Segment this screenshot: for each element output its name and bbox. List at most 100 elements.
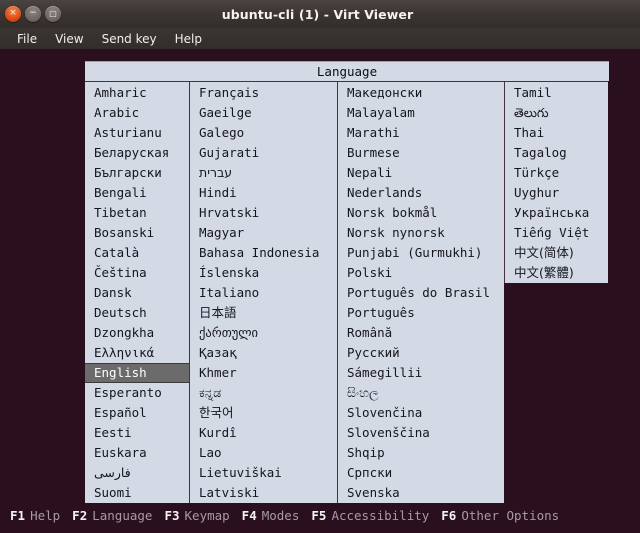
language-item[interactable]: Thai (505, 123, 608, 143)
language-item[interactable]: ಕನ್ನಡ (190, 383, 337, 403)
language-item[interactable]: Lao (190, 443, 337, 463)
language-item[interactable]: Norsk bokmål (338, 203, 504, 223)
language-item[interactable]: Català (85, 243, 189, 263)
fkey-f3[interactable]: F3 Keymap (164, 508, 229, 523)
menu-item-view[interactable]: View (46, 30, 92, 48)
language-item[interactable]: Bahasa Indonesia (190, 243, 337, 263)
language-item[interactable]: Српски (338, 463, 504, 483)
language-item[interactable]: Gujarati (190, 143, 337, 163)
language-item[interactable]: Latviski (190, 483, 337, 503)
language-item[interactable]: Esperanto (85, 383, 189, 403)
language-item[interactable]: ქართული (190, 323, 337, 343)
guest-console: Language Amharic Arabic Asturianu Беларуска… (0, 50, 640, 533)
language-item[interactable]: Italiano (190, 283, 337, 303)
fkey-key: F4 (241, 507, 257, 523)
language-item[interactable]: Burmese (338, 143, 504, 163)
close-icon[interactable]: × (5, 6, 21, 22)
language-item[interactable]: Marathi (338, 123, 504, 143)
language-item[interactable]: Eesti (85, 423, 189, 443)
language-item[interactable]: Қазақ (190, 343, 337, 363)
language-item[interactable]: Türkçe (505, 163, 608, 183)
menu-item-help[interactable]: Help (166, 30, 211, 48)
fkey-label: Help (30, 507, 61, 523)
language-item[interactable]: 日本語 (190, 303, 337, 323)
menu-item-send-key[interactable]: Send key (93, 30, 166, 48)
language-item[interactable]: Norsk nynorsk (338, 223, 504, 243)
language-item[interactable]: Español (85, 403, 189, 423)
language-item[interactable]: Nederlands (338, 183, 504, 203)
fkey-f4[interactable]: F4 Modes (242, 508, 300, 523)
language-item[interactable]: Hindi (190, 183, 337, 203)
language-item[interactable]: Bosanski (85, 223, 189, 243)
language-column-1: Amharic Arabic Asturianu Беларуская Българск… (85, 81, 189, 503)
language-item[interactable]: Polski (338, 263, 504, 283)
language-item[interactable]: Khmer (190, 363, 337, 383)
language-item[interactable]: Euskara (85, 443, 189, 463)
fkey-f2[interactable]: F2 Language (72, 508, 152, 523)
window-titlebar: × − □ ubuntu-cli (1) - Virt Viewer (0, 0, 640, 29)
language-item[interactable]: 中文(简体) (505, 243, 608, 263)
language-item[interactable]: Shqip (338, 443, 504, 463)
language-item[interactable]: Kurdî (190, 423, 337, 443)
language-item[interactable]: עברית (190, 163, 337, 183)
language-item[interactable]: Punjabi (Gurmukhi) (338, 243, 504, 263)
language-item[interactable]: Galego (190, 123, 337, 143)
language-item[interactable]: Gaeilge (190, 103, 337, 123)
language-item[interactable]: Dzongkha (85, 323, 189, 343)
minimize-icon[interactable]: − (25, 6, 41, 22)
language-item[interactable]: Tamil (505, 83, 608, 103)
fkey-key: F1 (10, 507, 26, 523)
menu-item-file[interactable]: File (8, 30, 46, 48)
language-item[interactable]: Amharic (85, 83, 189, 103)
language-item[interactable]: Tiếng Việt (505, 223, 608, 243)
language-item[interactable]: Română (338, 323, 504, 343)
language-item[interactable]: Português (338, 303, 504, 323)
language-item[interactable]: සිංහල (338, 383, 504, 403)
language-item[interactable]: Tagalog (505, 143, 608, 163)
maximize-icon[interactable]: □ (45, 6, 61, 22)
fkey-f6[interactable]: F6 Other Options (441, 508, 559, 523)
fkey-f5[interactable]: F5 Accessibility (311, 508, 429, 523)
maximize-glyph: □ (49, 8, 57, 18)
language-item[interactable]: Hrvatski (190, 203, 337, 223)
language-item[interactable]: Slovenščina (338, 423, 504, 443)
language-item[interactable]: Nepali (338, 163, 504, 183)
language-column-4: Tamil తెలుగు Thai Tagalog Türkçe Uyghur Україн… (504, 81, 608, 283)
language-item[interactable]: Tibetan (85, 203, 189, 223)
language-item[interactable]: Български (85, 163, 189, 183)
fkey-f1[interactable]: F1 Help (10, 508, 60, 523)
language-item[interactable]: తెలుగు (505, 103, 608, 123)
language-item[interactable]: Deutsch (85, 303, 189, 323)
language-item[interactable]: Slovenčina (338, 403, 504, 423)
language-item[interactable]: Arabic (85, 103, 189, 123)
dialog-title: Language (85, 61, 609, 81)
language-item[interactable]: Bengali (85, 183, 189, 203)
language-item[interactable]: Lietuviškai (190, 463, 337, 483)
language-item[interactable]: Français (190, 83, 337, 103)
minimize-glyph: − (29, 8, 37, 18)
language-item[interactable]: Malayalam (338, 103, 504, 123)
fkey-key: F3 (164, 507, 180, 523)
language-item[interactable]: 한국어 (190, 403, 337, 423)
window-controls: × − □ (5, 6, 61, 22)
language-item[interactable]: Українська (505, 203, 608, 223)
language-item[interactable]: Íslenska (190, 263, 337, 283)
virt-viewer-window: × − □ ubuntu-cli (1) - Virt Viewer File … (0, 0, 640, 533)
language-item[interactable]: Uyghur (505, 183, 608, 203)
language-item[interactable]: Dansk (85, 283, 189, 303)
language-item[interactable]: 中文(繁體) (505, 263, 608, 283)
language-item[interactable]: Suomi (85, 483, 189, 503)
language-item[interactable]: Беларуская (85, 143, 189, 163)
fkey-key: F5 (311, 507, 327, 523)
language-item[interactable]: Sámegillii (338, 363, 504, 383)
language-item[interactable]: Македонски (338, 83, 504, 103)
language-item[interactable]: Magyar (190, 223, 337, 243)
language-item[interactable]: Asturianu (85, 123, 189, 143)
language-item[interactable]: English (85, 363, 189, 383)
language-item[interactable]: Čeština (85, 263, 189, 283)
language-item[interactable]: Ελληνικά (85, 343, 189, 363)
language-item[interactable]: Svenska (338, 483, 504, 503)
language-item[interactable]: Português do Brasil (338, 283, 504, 303)
language-item[interactable]: فارسی (85, 463, 189, 483)
language-item[interactable]: Русский (338, 343, 504, 363)
